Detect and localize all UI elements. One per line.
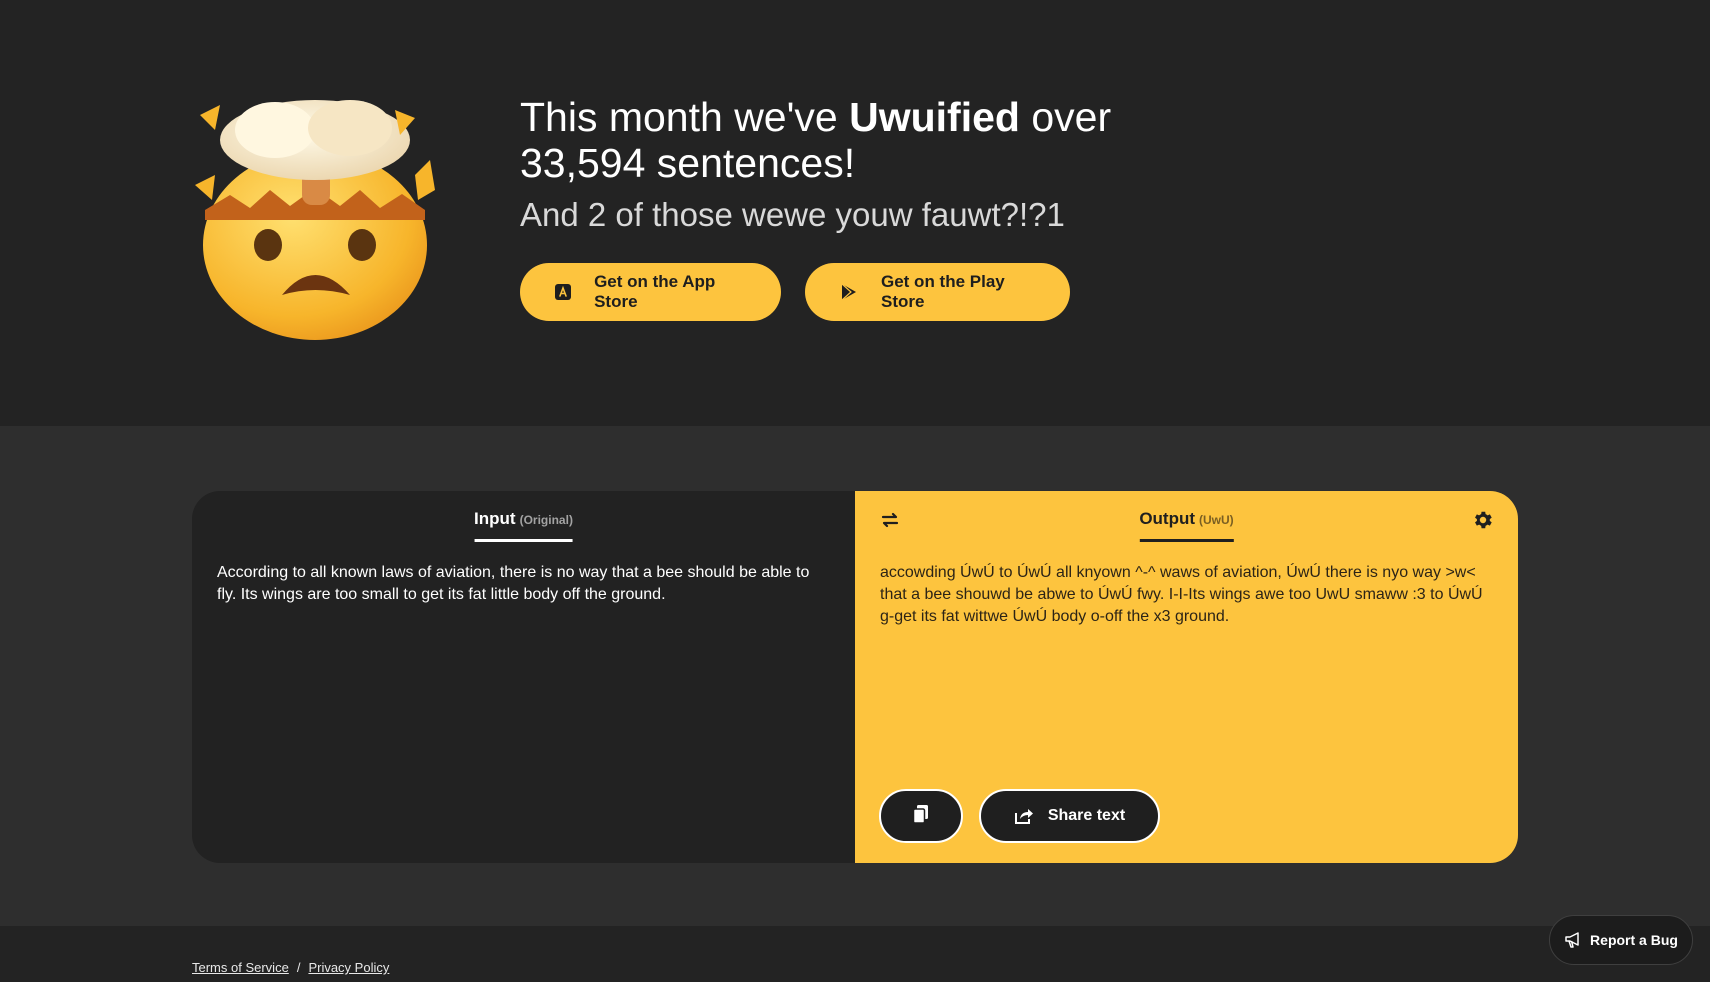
output-text: accowding ÚwÚ to ÚwÚ all knyown ^-^ waws… bbox=[880, 564, 1483, 625]
gear-icon[interactable] bbox=[1472, 509, 1496, 533]
output-pane: Output (UwU) accowding ÚwÚ to ÚwÚ all kny… bbox=[855, 491, 1518, 863]
output-tab-note: (UwU) bbox=[1199, 513, 1234, 527]
input-tab-label: Input bbox=[474, 509, 516, 528]
copy-icon bbox=[912, 804, 930, 829]
share-label: Share text bbox=[1047, 807, 1126, 824]
input-textarea[interactable]: According to all known laws of aviation,… bbox=[217, 562, 827, 606]
copy-button[interactable] bbox=[879, 789, 963, 843]
translator-card: Input (Original) According to all known l… bbox=[192, 491, 1518, 863]
share-icon bbox=[1014, 807, 1034, 825]
hero-section: This month we've Uwuified over 33,594 se… bbox=[0, 0, 1710, 426]
tab-output[interactable]: Output (UwU) bbox=[1139, 509, 1234, 542]
app-store-icon bbox=[554, 282, 572, 302]
output-tab-label: Output bbox=[1139, 509, 1196, 528]
terms-link[interactable]: Terms of Service bbox=[192, 960, 289, 975]
swap-icon[interactable] bbox=[879, 509, 903, 533]
privacy-link[interactable]: Privacy Policy bbox=[308, 960, 389, 975]
report-bug-button[interactable]: Report a Bug bbox=[1549, 915, 1693, 965]
app-store-button[interactable]: Get on the App Store bbox=[520, 263, 781, 321]
headline: This month we've Uwuified over 33,594 se… bbox=[520, 94, 1180, 186]
report-bug-label: Report a Bug bbox=[1590, 932, 1678, 948]
footer-links: Terms of Service / Privacy Policy bbox=[192, 960, 389, 975]
hero-text: This month we've Uwuified over 33,594 se… bbox=[520, 94, 1180, 234]
megaphone-icon bbox=[1564, 932, 1582, 948]
tab-input[interactable]: Input (Original) bbox=[474, 509, 573, 542]
store-buttons: Get on the App Store Get on the Play Sto… bbox=[520, 263, 1070, 321]
input-pane: Input (Original) According to all known l… bbox=[192, 491, 855, 863]
headline-bold: Uwuified bbox=[849, 94, 1020, 140]
footer: Terms of Service / Privacy Policy bbox=[0, 926, 1710, 982]
input-tab-note: (Original) bbox=[519, 513, 573, 527]
exploding-head-icon bbox=[195, 100, 435, 340]
headline-prefix: This month we've bbox=[520, 94, 850, 140]
subline: And 2 of those wewe youw fauwt?!?1 bbox=[520, 196, 1065, 233]
play-store-button[interactable]: Get on the Play Store bbox=[805, 263, 1070, 321]
play-store-label: Get on the Play Store bbox=[881, 272, 1005, 311]
translator-section: Input (Original) According to all known l… bbox=[0, 426, 1710, 926]
play-store-icon bbox=[839, 282, 859, 302]
app-store-label: Get on the App Store bbox=[594, 272, 716, 311]
footer-separator: / bbox=[296, 960, 301, 975]
share-text-button[interactable]: Share text bbox=[979, 789, 1160, 843]
